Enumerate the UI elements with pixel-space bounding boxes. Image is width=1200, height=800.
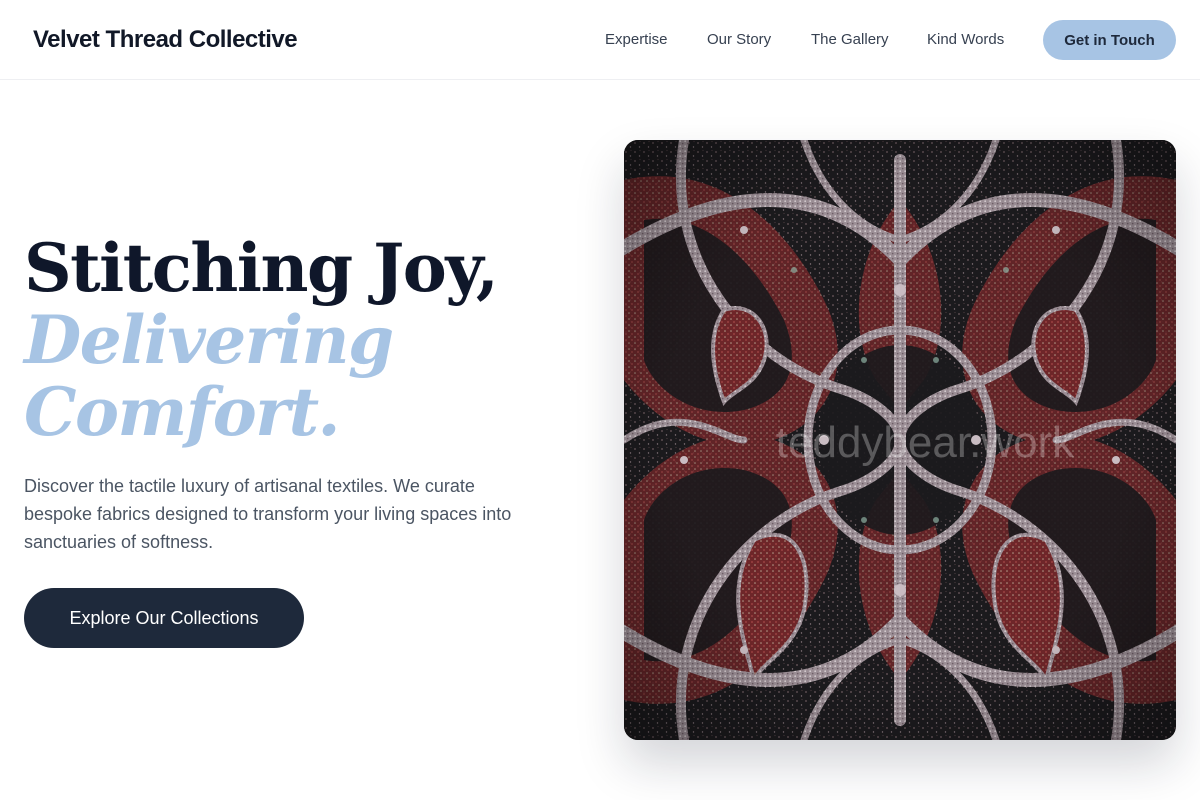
nav-link-gallery[interactable]: The Gallery bbox=[811, 29, 889, 51]
nav-link-kind-words[interactable]: Kind Words bbox=[927, 29, 1004, 51]
nav-link-our-story[interactable]: Our Story bbox=[707, 29, 771, 51]
headline-line-3: Comfort. bbox=[24, 373, 341, 451]
get-in-touch-button[interactable]: Get in Touch bbox=[1043, 20, 1176, 60]
headline-line-1: Stitching Joy, bbox=[24, 229, 499, 307]
headline-line-2: Delivering bbox=[24, 301, 394, 379]
hero-headline: Stitching Joy, Delivering Comfort. bbox=[24, 229, 499, 451]
site-header: Velvet Thread Collective Expertise Our S… bbox=[0, 0, 1200, 80]
brand-logo[interactable]: Velvet Thread Collective bbox=[33, 24, 298, 56]
nav-link-expertise[interactable]: Expertise bbox=[605, 29, 668, 51]
hero-subtitle: Discover the tactile luxury of artisanal… bbox=[24, 476, 512, 552]
image-watermark: teddybear.work bbox=[775, 418, 1075, 467]
hero-fabric-image: teddybear.work bbox=[624, 140, 1176, 740]
explore-collections-button[interactable]: Explore Our Collections bbox=[24, 588, 304, 648]
